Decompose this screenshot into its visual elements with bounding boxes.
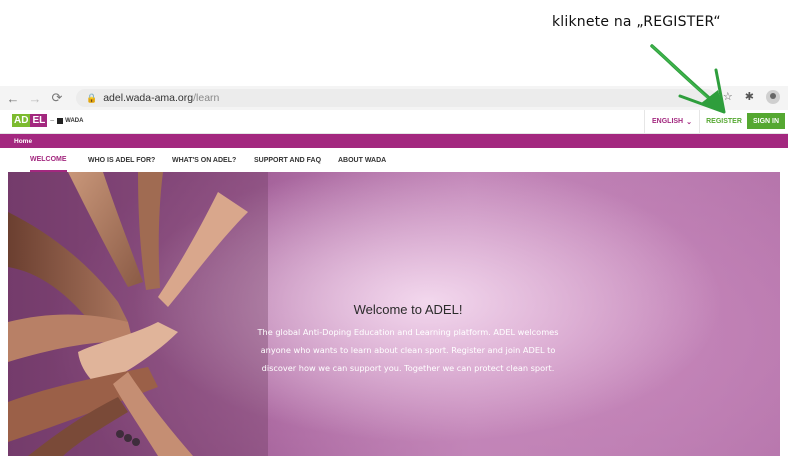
sign-in-button[interactable]: SIGN IN <box>747 113 785 129</box>
star-icon[interactable]: ☆ <box>723 90 733 104</box>
nav-support-and-faq[interactable]: SUPPORT AND FAQ <box>254 148 321 172</box>
back-arrow-icon[interactable]: ← <box>4 91 22 106</box>
hero-title: Welcome to ADEL! <box>353 302 463 317</box>
nav-about-wada[interactable]: ABOUT WADA <box>338 148 386 172</box>
language-label: ENGLISH <box>652 118 684 125</box>
language-selector[interactable]: ENGLISH ⌄ <box>644 110 700 133</box>
hero-line: discover how we can support you. Togethe… <box>261 363 555 373</box>
stacked-hands-image <box>8 172 268 456</box>
logo-wada: WADA <box>65 117 84 124</box>
adel-logo[interactable]: AD EL – WADA <box>12 114 83 127</box>
hero-line: The global Anti-Doping Education and Lea… <box>257 327 559 337</box>
address-bar[interactable]: 🔒 adel.wada-ama.org/learn <box>76 89 716 107</box>
logo-separator: – <box>50 117 55 124</box>
forward-arrow-icon[interactable]: → <box>26 91 44 106</box>
nav-who-is-adel-for[interactable]: WHO IS ADEL FOR? <box>88 148 155 172</box>
url-path: /learn <box>193 92 220 104</box>
site-header: AD EL – WADA ENGLISH ⌄ REGISTER SIGN IN <box>0 110 788 134</box>
logo-ad: AD <box>12 114 31 127</box>
browser-toolbar: ← → ⟳ 🔒 adel.wada-ama.org/learn ☆ ✱ <box>0 86 788 110</box>
profile-avatar-icon[interactable] <box>766 90 780 104</box>
lock-icon: 🔒 <box>86 92 98 103</box>
nav-welcome[interactable]: WELCOME <box>30 148 67 172</box>
main-navigation: WELCOME WHO IS ADEL FOR? WHAT'S ON ADEL?… <box>0 148 788 172</box>
browser-actions: ☆ ✱ <box>723 90 780 104</box>
register-button[interactable]: REGISTER <box>702 110 746 133</box>
hero-line: anyone who wants to learn about clean sp… <box>260 345 556 355</box>
logo-el: EL <box>30 114 48 127</box>
wada-logo-icon <box>57 117 64 124</box>
chevron-down-icon: ⌄ <box>686 118 692 126</box>
breadcrumb-home[interactable]: Home <box>14 138 32 145</box>
url-domain: adel.wada-ama.org <box>103 92 194 104</box>
reload-icon[interactable]: ⟳ <box>48 90 66 106</box>
extensions-icon[interactable]: ✱ <box>745 90 754 104</box>
hero-banner: Welcome to ADEL! The global Anti-Doping … <box>8 172 780 456</box>
breadcrumb: Home <box>0 134 788 148</box>
nav-whats-on-adel[interactable]: WHAT'S ON ADEL? <box>172 148 236 172</box>
hero-description: The global Anti-Doping Education and Lea… <box>238 323 578 377</box>
instruction-annotation: kliknete na „REGISTER“ <box>552 14 721 30</box>
hero-text-block: Welcome to ADEL! The global Anti-Doping … <box>238 302 578 377</box>
